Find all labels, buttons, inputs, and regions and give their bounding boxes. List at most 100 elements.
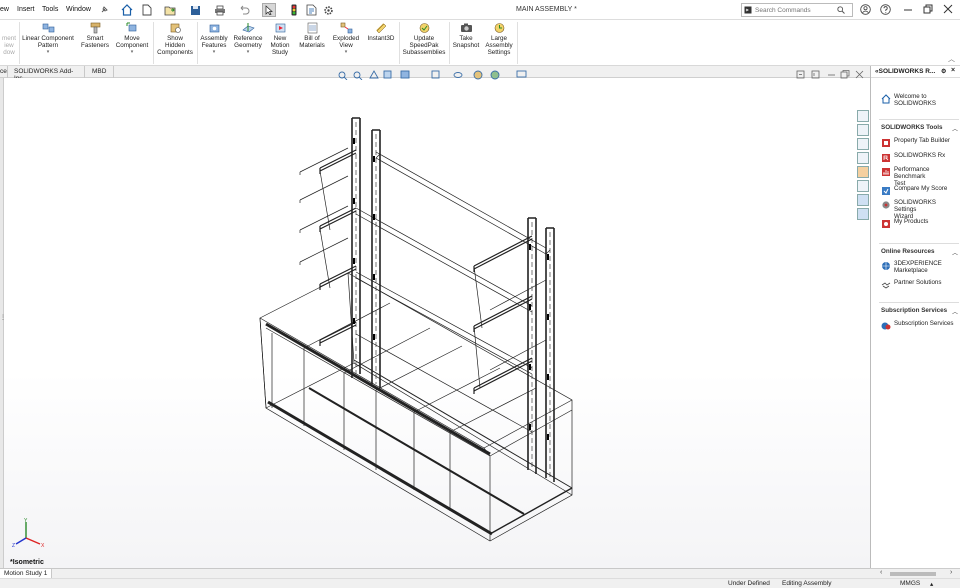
new-document-icon[interactable] — [140, 3, 154, 17]
solidworks-window: ew Insert Tools Window MAIN ASSEMBLY * S… — [0, 0, 960, 588]
tool-solidworks-rx[interactable]: SOLIDWORKS Rx — [881, 152, 945, 163]
large-assembly-label: Large Assembly Settings — [485, 35, 513, 57]
menu-view[interactable]: ew — [0, 6, 9, 13]
move-component-label: Move Component — [115, 35, 149, 50]
tab-mbd[interactable]: MBD — [86, 66, 114, 78]
take-snapshot-label: Take Snapshot — [452, 35, 480, 50]
update-speedpak-label: Update SpeedPak Subassemblies — [402, 35, 446, 57]
smart-fasteners-button[interactable]: Smart Fasteners — [78, 22, 112, 49]
command-manager: ment iew dow Linear Component Pattern ▾ … — [0, 20, 960, 66]
exploded-view-dropdown-icon[interactable]: ▾ — [330, 49, 362, 56]
svg-text:Z: Z — [12, 543, 15, 548]
tab-appearances-icon[interactable] — [857, 166, 869, 178]
move-component-button[interactable]: Move Component ▾ — [113, 22, 151, 57]
traffic-light-icon[interactable] — [287, 3, 301, 17]
tab-forum-icon[interactable] — [857, 208, 869, 220]
compare-score-icon — [882, 187, 890, 195]
tool-my-products[interactable]: My Products — [881, 218, 928, 229]
take-snapshot-button[interactable]: Take Snapshot — [450, 22, 482, 49]
smart-fasteners-label: Smart Fasteners — [81, 35, 109, 50]
divider — [879, 302, 959, 303]
graphics-area[interactable]: Y X Z *Isometric — [4, 70, 870, 568]
tools-section-header[interactable]: SOLIDWORKS Tools — [881, 124, 942, 131]
assembly-features-button[interactable]: Assembly Features ▾ — [198, 22, 230, 57]
search-input[interactable] — [755, 5, 835, 15]
subscription-services-link[interactable]: Subscription Services — [881, 320, 954, 331]
open-folder-icon[interactable] — [163, 3, 177, 17]
linear-pattern-button[interactable]: Linear Component Pattern ▾ — [20, 22, 76, 57]
instant3d-button[interactable]: Instant3D — [364, 22, 398, 42]
axis-triad-icon: Y X Z — [12, 518, 45, 548]
undo-icon[interactable] — [237, 3, 251, 17]
units-dropdown-icon[interactable]: ▴ — [930, 580, 933, 588]
shelving-unit-model[interactable] — [4, 78, 870, 568]
subscription-collapse-chevron-icon[interactable]: ︿ — [952, 307, 958, 316]
bill-of-materials-icon — [306, 22, 319, 34]
property-tab-builder-icon — [882, 139, 890, 147]
scroll-right-icon[interactable]: › — [950, 569, 952, 576]
solidworks-rx-icon — [882, 154, 890, 162]
search-commands-box[interactable] — [741, 3, 853, 17]
exploded-view-button[interactable]: Exploded View ▾ — [330, 22, 362, 57]
tools-collapse-chevron-icon[interactable]: ︿ — [952, 124, 958, 133]
cmd-partial-first[interactable]: ment iew dow — [0, 22, 18, 57]
tool-property-tab-builder[interactable]: Property Tab Builder — [881, 137, 950, 148]
assembly-features-dropdown-icon[interactable]: ▾ — [198, 49, 230, 56]
menu-window[interactable]: Window — [66, 6, 91, 13]
show-hidden-components-button[interactable]: Show Hidden Components — [154, 22, 196, 57]
tab-view-palette-icon[interactable] — [857, 152, 869, 164]
menu-insert[interactable]: Insert — [17, 6, 35, 13]
online-collapse-chevron-icon[interactable]: ︿ — [952, 248, 958, 257]
task-pane: «SOLIDWORKS R... ⚙ × Welcome to SOLIDWOR… — [870, 66, 960, 568]
scroll-left-icon[interactable]: ‹ — [880, 569, 882, 576]
new-motion-study-button[interactable]: New Motion Study — [266, 22, 294, 57]
show-hidden-label: Show Hidden Components — [157, 35, 193, 57]
online-partner-solutions[interactable]: Partner Solutions — [881, 279, 941, 290]
tab-motion-study-1[interactable]: Motion Study 1 — [0, 569, 53, 578]
file-properties-icon[interactable] — [304, 3, 318, 17]
reference-geometry-dropdown-icon[interactable]: ▾ — [231, 49, 265, 56]
tab-design-library-icon[interactable] — [857, 124, 869, 136]
print-icon[interactable] — [213, 3, 227, 17]
task-pane-scrollbar[interactable]: ‹ › — [870, 568, 960, 578]
save-icon[interactable] — [188, 3, 202, 17]
bill-of-materials-button[interactable]: Bill of Materials — [296, 22, 328, 49]
task-pane-settings-icon[interactable]: ⚙ — [941, 68, 946, 75]
marketplace-globe-icon — [882, 262, 890, 270]
collapse-ribbon-chevron-icon[interactable]: ︿ — [948, 54, 955, 64]
tab-solidworks-addins[interactable]: SOLIDWORKS Add-Ins — [9, 66, 85, 82]
close-icon[interactable] — [943, 4, 953, 17]
reference-geometry-button[interactable]: Reference Geometry ▾ — [231, 22, 265, 57]
assembly-features-icon — [208, 22, 221, 34]
welcome-link[interactable]: Welcome to SOLIDWORKS — [881, 93, 936, 108]
motion-study-icon — [274, 22, 287, 34]
options-gear-icon[interactable] — [321, 3, 335, 17]
menu-tools[interactable]: Tools — [42, 6, 58, 13]
linear-pattern-dropdown-icon[interactable]: ▾ — [20, 49, 76, 56]
task-pane-close-icon[interactable]: × — [951, 67, 955, 74]
instant3d-label: Instant3D — [367, 35, 395, 42]
tab-partial[interactable]: ce — [0, 66, 8, 78]
online-3dexperience-marketplace[interactable]: 3DEXPERIENCE Marketplace — [881, 260, 942, 275]
status-units[interactable]: MMGS — [900, 580, 920, 587]
select-arrow-icon[interactable] — [262, 3, 276, 17]
tab-custom-properties-icon[interactable] — [857, 180, 869, 192]
home-icon[interactable] — [120, 3, 134, 17]
tab-resources-home-icon[interactable] — [857, 110, 869, 122]
search-icon[interactable] — [837, 6, 845, 14]
pin-icon[interactable] — [97, 3, 111, 17]
restore-icon[interactable] — [923, 4, 933, 17]
large-assembly-settings-button[interactable]: Large Assembly Settings — [482, 22, 516, 57]
subscription-services-header[interactable]: Subscription Services — [881, 307, 947, 314]
update-speedpak-button[interactable]: Update SpeedPak Subassemblies — [400, 22, 448, 57]
user-account-icon[interactable] — [860, 4, 871, 18]
online-resources-header[interactable]: Online Resources — [881, 248, 935, 255]
help-icon[interactable] — [880, 4, 891, 18]
svg-text:X: X — [41, 543, 45, 548]
tab-3dexperience-icon[interactable] — [857, 194, 869, 206]
tool-compare-my-score[interactable]: Compare My Score — [881, 185, 947, 196]
scroll-thumb[interactable] — [890, 572, 936, 576]
move-component-dropdown-icon[interactable]: ▾ — [113, 49, 151, 56]
tab-file-explorer-icon[interactable] — [857, 138, 869, 150]
minimize-icon[interactable] — [903, 4, 913, 17]
